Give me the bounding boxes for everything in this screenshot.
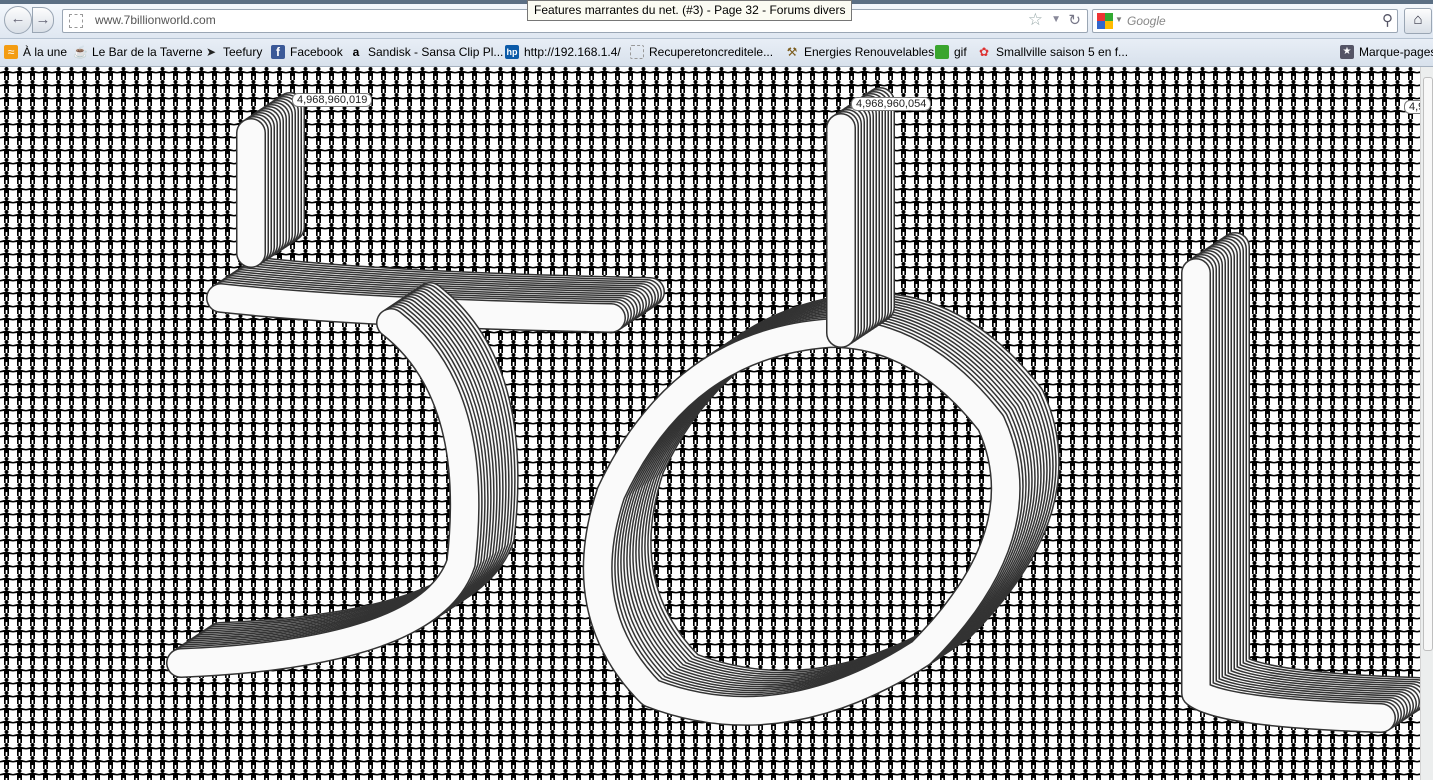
bookmark-label: Sandisk - Sansa Clip Pl... bbox=[368, 45, 504, 59]
bookmark-local-ip[interactable]: hp http://192.168.1.4/ bbox=[505, 44, 621, 60]
ribbon-stroke-fill bbox=[237, 99, 655, 312]
bookmark-energies[interactable]: ⚒ Energies Renouvelables bbox=[785, 44, 934, 60]
hp-icon: hp bbox=[505, 45, 519, 59]
ribbon-stroke-fill bbox=[240, 97, 658, 310]
ribbon-stroke-fill bbox=[1209, 241, 1420, 714]
bookmarks-menu[interactable]: ★ Marque-pages bbox=[1340, 44, 1433, 60]
ribbon-stroke-fill bbox=[1221, 233, 1420, 706]
reload-icon[interactable]: ↻ bbox=[1068, 11, 1081, 29]
bookmarks-folder-icon: ★ bbox=[1340, 45, 1354, 59]
green-cube-icon bbox=[935, 45, 949, 59]
ribbon-stroke-fill bbox=[167, 309, 479, 677]
bookmark-sandisk[interactable]: a Sandisk - Sansa Clip Pl... bbox=[349, 44, 504, 60]
rss-icon: ≈ bbox=[4, 45, 18, 59]
bookmark-label: Facebook bbox=[290, 45, 343, 59]
ribbon-stroke-fill bbox=[243, 95, 661, 308]
flower-icon: ✿ bbox=[978, 45, 990, 59]
ribbon-stroke-fill bbox=[246, 93, 664, 306]
bookmark-label: Teefury bbox=[223, 45, 263, 59]
amazon-icon: a bbox=[352, 45, 360, 59]
ribbon-stroke-fill bbox=[1218, 235, 1420, 708]
vertical-scrollbar[interactable] bbox=[1420, 67, 1433, 780]
bookmark-label: Recuperetoncreditele... bbox=[649, 45, 774, 59]
ribbon-stroke-outline bbox=[1208, 240, 1420, 715]
ribbon-stroke-outline bbox=[1211, 238, 1420, 713]
bookmark-label: gif bbox=[954, 45, 967, 59]
bookmark-a-la-une[interactable]: ≈ À la une bbox=[4, 44, 67, 60]
bookmark-facebook[interactable]: f Facebook bbox=[271, 44, 343, 60]
site-identity-icon[interactable] bbox=[69, 14, 83, 28]
bookmark-label: Smallville saison 5 en f... bbox=[996, 45, 1129, 59]
page-content[interactable]: 4,968,960,019 4,968,960,054 4,9 bbox=[0, 67, 1420, 780]
history-dropdown-icon[interactable]: ▼ bbox=[1051, 14, 1061, 25]
search-input[interactable]: Google bbox=[1127, 14, 1166, 28]
bookmark-label: Le Bar de la Taverne bbox=[92, 45, 203, 59]
ribbon-stroke-outline bbox=[1220, 232, 1420, 707]
tab-tooltip: Features marrantes du net. (#3) - Page 3… bbox=[527, 0, 853, 21]
scrollbar-thumb[interactable] bbox=[1423, 77, 1433, 651]
population-counter: 4,9 bbox=[1404, 100, 1420, 114]
url-text[interactable]: www.7billionworld.com bbox=[95, 13, 216, 27]
bookmark-recuperetoncredit[interactable]: Recuperetoncreditele... bbox=[630, 44, 773, 60]
population-number-artwork bbox=[166, 87, 1420, 733]
bookmark-label: http://192.168.1.4/ bbox=[524, 45, 621, 59]
blank-page-icon bbox=[630, 45, 644, 59]
mug-icon: ☕ bbox=[73, 45, 88, 59]
search-bar[interactable]: ▼ Google ⚲ bbox=[1092, 9, 1398, 33]
ribbon-stroke-fill bbox=[1215, 237, 1420, 710]
home-icon[interactable]: ⌂ bbox=[1404, 8, 1432, 34]
facebook-icon: f bbox=[271, 45, 285, 59]
tools-icon: ⚒ bbox=[786, 45, 798, 59]
forward-arrow-icon[interactable]: → bbox=[32, 7, 54, 33]
bookmark-bar-taverne[interactable]: ☕ Le Bar de la Taverne bbox=[73, 44, 203, 60]
magnifier-icon[interactable]: ⚲ bbox=[1382, 11, 1393, 29]
bird-icon: ➤ bbox=[205, 45, 217, 59]
population-counter: 4,968,960,054 bbox=[851, 97, 932, 111]
bookmark-label: Energies Renouvelables bbox=[804, 45, 935, 59]
bookmark-gif[interactable]: gif bbox=[935, 44, 967, 60]
back-arrow-icon[interactable]: ← bbox=[4, 6, 32, 34]
ribbon-stroke-outline bbox=[1214, 236, 1420, 711]
bookmark-label: Marque-pages bbox=[1359, 45, 1433, 59]
bookmark-smallville[interactable]: ✿ Smallville saison 5 en f... bbox=[977, 44, 1128, 60]
google-icon[interactable] bbox=[1097, 13, 1113, 29]
star-icon[interactable]: ☆ bbox=[1028, 10, 1043, 30]
bookmarks-toolbar: ≈ À la une ☕ Le Bar de la Taverne ➤ Teef… bbox=[0, 39, 1433, 67]
bookmark-label: À la une bbox=[23, 45, 68, 59]
ribbon-stroke-outline bbox=[1217, 234, 1420, 709]
population-counter: 4,968,960,019 bbox=[292, 93, 373, 107]
search-engine-dropdown-icon[interactable]: ▼ bbox=[1115, 15, 1123, 24]
ribbon-stroke-fill bbox=[1212, 239, 1420, 712]
bookmark-teefury[interactable]: ➤ Teefury bbox=[204, 44, 262, 60]
